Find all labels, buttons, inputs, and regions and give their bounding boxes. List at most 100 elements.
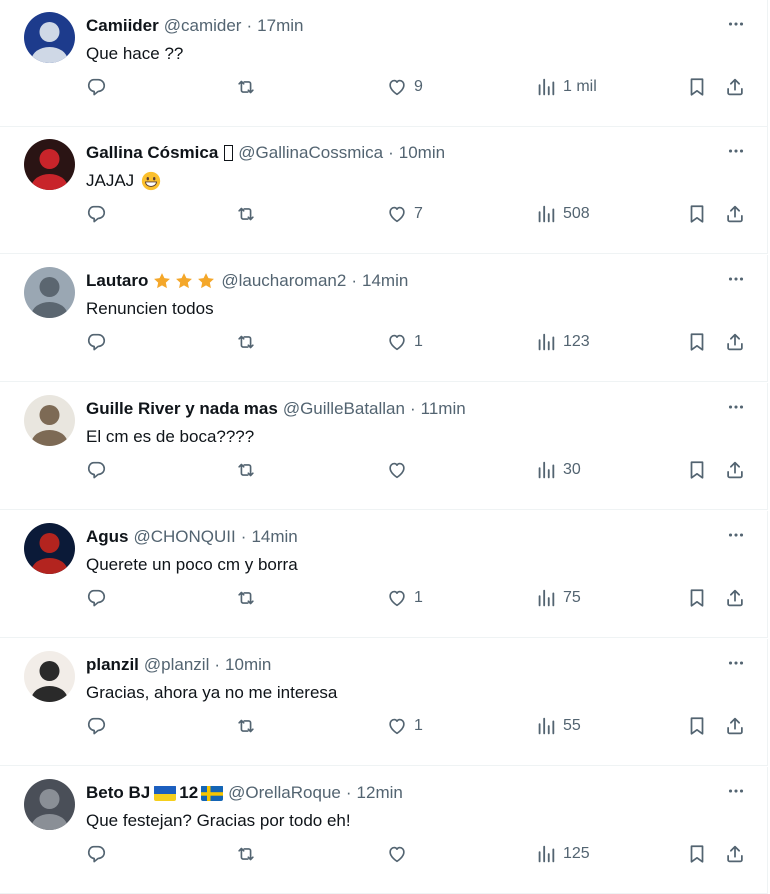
display-name[interactable]: Agus — [86, 525, 129, 549]
retweet-button[interactable] — [235, 839, 257, 869]
avatar[interactable] — [24, 267, 75, 318]
like-button[interactable]: 1 — [386, 583, 423, 613]
retweet-button[interactable] — [235, 327, 257, 357]
stars-badge — [152, 271, 216, 291]
reply-button[interactable] — [85, 711, 107, 741]
more-icon[interactable] — [722, 779, 750, 803]
views-icon — [535, 715, 557, 737]
display-name[interactable]: Beto BJ — [86, 781, 150, 805]
separator-dot: · — [351, 271, 358, 290]
like-button[interactable]: 1 — [386, 711, 423, 741]
bookmark-button[interactable] — [686, 455, 708, 485]
display-name[interactable]: planzil — [86, 653, 139, 677]
share-button[interactable] — [724, 199, 746, 229]
display-name[interactable]: Camiider — [86, 14, 159, 38]
views-button[interactable]: 508 — [535, 199, 590, 229]
bookmark-button[interactable] — [686, 583, 708, 613]
display-name[interactable]: Guille River y nada mas — [86, 397, 278, 421]
more-icon[interactable] — [722, 12, 750, 36]
reply-button[interactable] — [85, 72, 107, 102]
avatar[interactable] — [24, 139, 75, 190]
reply-button[interactable] — [85, 583, 107, 613]
display-name[interactable]: Lautaro — [86, 269, 148, 293]
avatar[interactable] — [24, 651, 75, 702]
retweet-button[interactable] — [235, 711, 257, 741]
share-button[interactable] — [724, 711, 746, 741]
views-button[interactable]: 75 — [535, 583, 581, 613]
like-button[interactable]: 9 — [386, 72, 423, 102]
share-button[interactable] — [724, 327, 746, 357]
user-handle[interactable]: @planzil — [144, 653, 209, 677]
user-handle[interactable]: @laucharoman2 — [221, 269, 346, 293]
bookmark-button[interactable] — [686, 839, 708, 869]
tweet-text: El cm es de boca???? — [86, 425, 254, 449]
timestamp[interactable]: 11min — [421, 397, 466, 421]
like-count: 7 — [414, 205, 423, 222]
tweet[interactable]: Guille River y nada mas @GuilleBatallan · 1… — [0, 383, 768, 510]
avatar[interactable] — [24, 12, 75, 63]
user-handle[interactable]: @GallinaCossmica — [238, 141, 383, 165]
retweet-button[interactable] — [235, 199, 257, 229]
like-button[interactable]: 1 — [386, 327, 423, 357]
heart-icon — [386, 587, 408, 609]
retweet-icon — [235, 587, 257, 609]
more-icon[interactable] — [722, 395, 750, 419]
tweet-header: Gallina Cósmica @GallinaCossmica · 10min — [86, 141, 445, 165]
view-count: 508 — [563, 205, 590, 222]
like-button[interactable]: 7 — [386, 199, 423, 229]
like-button[interactable] — [386, 839, 408, 869]
bookmark-button[interactable] — [686, 327, 708, 357]
more-icon[interactable] — [722, 267, 750, 291]
views-button[interactable]: 55 — [535, 711, 581, 741]
more-icon[interactable] — [722, 523, 750, 547]
like-count: 9 — [414, 78, 423, 95]
reply-button[interactable] — [85, 327, 107, 357]
tweet[interactable]: planzil @planzil · 10min Gracias, ahora ya n… — [0, 639, 768, 766]
more-icon[interactable] — [722, 651, 750, 675]
user-handle[interactable]: @OrellaRoque — [228, 781, 341, 805]
timestamp[interactable]: 10min — [225, 653, 271, 677]
views-button[interactable]: 30 — [535, 455, 581, 485]
bookmark-button[interactable] — [686, 72, 708, 102]
share-button[interactable] — [724, 455, 746, 485]
reply-button[interactable] — [85, 455, 107, 485]
timestamp[interactable]: 12min — [357, 781, 403, 805]
views-button[interactable]: 123 — [535, 327, 590, 357]
views-button[interactable]: 125 — [535, 839, 590, 869]
views-button[interactable]: 1 mil — [535, 72, 597, 102]
avatar[interactable] — [24, 779, 75, 830]
user-handle[interactable]: @CHONQUII — [134, 525, 236, 549]
tweet[interactable]: Agus @CHONQUII · 14min Querete un poco cm y … — [0, 511, 768, 638]
reply-button[interactable] — [85, 199, 107, 229]
retweet-button[interactable] — [235, 455, 257, 485]
user-handle[interactable]: @camider — [164, 14, 242, 38]
action-bar: 1 75 — [0, 583, 768, 613]
share-button[interactable] — [724, 72, 746, 102]
retweet-button[interactable] — [235, 72, 257, 102]
bookmark-button[interactable] — [686, 711, 708, 741]
view-count: 75 — [563, 589, 581, 606]
display-name[interactable]: Gallina Cósmica — [86, 141, 218, 165]
tweet[interactable]: Gallina Cósmica @GallinaCossmica · 10min JAJ… — [0, 127, 768, 254]
avatar[interactable] — [24, 395, 75, 446]
timestamp[interactable]: 10min — [399, 141, 445, 165]
user-handle[interactable]: @GuilleBatallan — [283, 397, 405, 421]
timestamp[interactable]: 14min — [362, 269, 408, 293]
like-button[interactable] — [386, 455, 408, 485]
tweet[interactable]: Beto BJ 12 @OrellaRoque · 12min Que festejan?… — [0, 767, 768, 894]
share-icon — [724, 459, 746, 481]
view-count: 55 — [563, 717, 581, 734]
tweet[interactable]: Camiider @camider · 17min Que hace ?? 9 1 mil — [0, 0, 768, 127]
tweet[interactable]: Lautaro @laucharoman2 · 14min Renuncien todo… — [0, 255, 768, 382]
share-icon — [724, 203, 746, 225]
share-button[interactable] — [724, 583, 746, 613]
share-icon — [724, 715, 746, 737]
share-button[interactable] — [724, 839, 746, 869]
timestamp[interactable]: 17min — [257, 14, 303, 38]
reply-button[interactable] — [85, 839, 107, 869]
avatar[interactable] — [24, 523, 75, 574]
timestamp[interactable]: 14min — [251, 525, 297, 549]
more-icon[interactable] — [722, 139, 750, 163]
bookmark-button[interactable] — [686, 199, 708, 229]
retweet-button[interactable] — [235, 583, 257, 613]
